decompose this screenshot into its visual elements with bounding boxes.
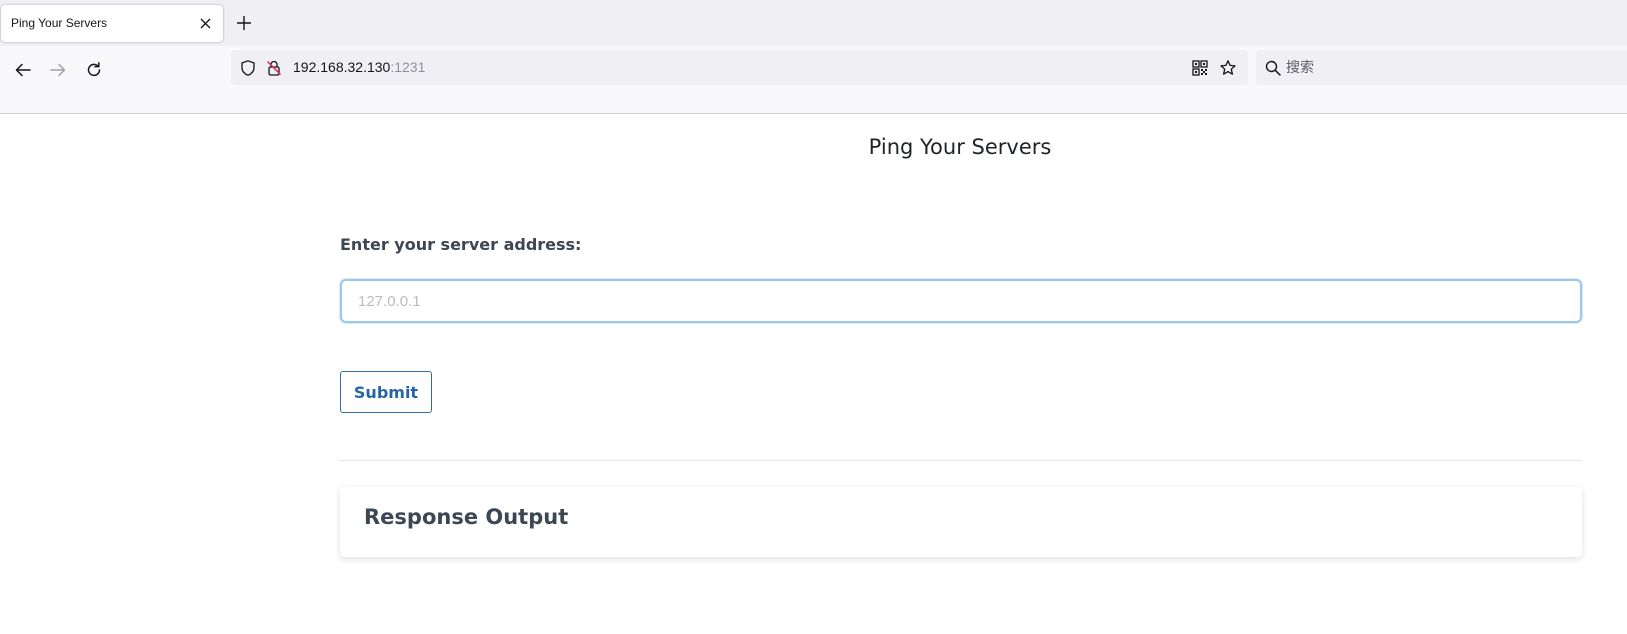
arrow-right-icon xyxy=(50,63,66,77)
url-port: :1231 xyxy=(390,59,426,75)
page-title: Ping Your Servers xyxy=(868,135,1052,159)
divider xyxy=(340,460,1582,461)
shield-icon[interactable] xyxy=(239,59,257,77)
close-icon[interactable] xyxy=(197,15,214,32)
tab-title: Ping Your Servers xyxy=(11,16,108,30)
arrow-left-icon xyxy=(15,63,31,77)
forward-button[interactable] xyxy=(44,56,72,84)
submit-button[interactable]: Submit xyxy=(340,371,432,413)
qr-code-icon[interactable] xyxy=(1191,59,1209,77)
search-bar[interactable]: 搜索 xyxy=(1256,50,1627,85)
response-output-card: Response Output xyxy=(340,487,1582,557)
url-bar[interactable]: 192.168.32.130:1231 xyxy=(231,50,1248,85)
search-placeholder: 搜索 xyxy=(1286,59,1314,75)
star-icon[interactable] xyxy=(1219,59,1237,77)
server-address-label: Enter your server address: xyxy=(340,235,582,254)
server-address-input[interactable] xyxy=(340,279,1582,323)
url-text[interactable]: 192.168.32.130:1231 xyxy=(293,50,425,85)
browser-tab[interactable]: Ping Your Servers xyxy=(1,5,223,42)
navigation-toolbar: 192.168.32.130:1231 搜索 xyxy=(0,46,1627,114)
insecure-lock-icon[interactable] xyxy=(265,59,283,77)
reload-icon xyxy=(87,62,101,77)
url-host: 192.168.32.130 xyxy=(293,59,391,75)
plus-icon[interactable] xyxy=(234,13,254,33)
tab-strip: Ping Your Servers xyxy=(0,0,1627,46)
search-icon xyxy=(1265,60,1281,76)
response-output-title: Response Output xyxy=(364,505,569,529)
reload-button[interactable] xyxy=(80,56,108,84)
page-content: Ping Your Servers Enter your server addr… xyxy=(0,115,1627,634)
back-button[interactable] xyxy=(9,56,37,84)
